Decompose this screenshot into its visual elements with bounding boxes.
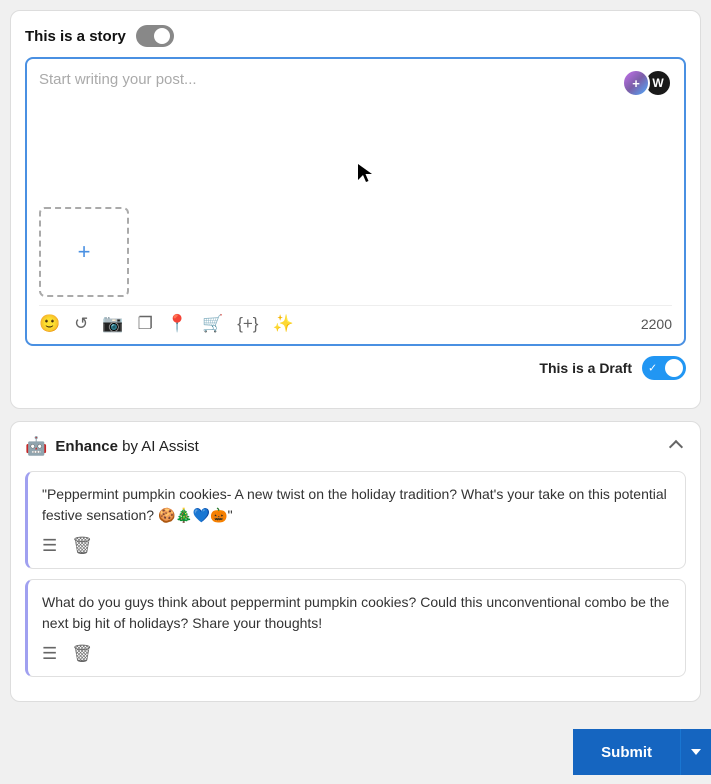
camera-icon[interactable]: 📷	[102, 314, 123, 334]
editor-placeholder: Start writing your post...	[39, 69, 622, 88]
delete-suggestion-icon-1[interactable]: 🗑	[71, 536, 93, 556]
avatar-group: + W	[622, 69, 672, 97]
enhance-icon: 🤖	[25, 436, 47, 457]
enhance-card: 🤖 Enhance by AI Assist "Peppermint pumpk…	[10, 421, 701, 702]
delete-suggestion-icon-2[interactable]: 🗑	[71, 644, 93, 664]
collapse-icon[interactable]	[666, 437, 686, 457]
submit-dropdown-button[interactable]	[680, 729, 711, 775]
avatar-purple-letter: +	[632, 76, 640, 91]
story-row: This is a story	[25, 25, 686, 47]
suggestion-text-2: What do you guys think about peppermint …	[42, 592, 671, 634]
enhance-title: Enhance by AI Assist	[55, 438, 198, 455]
cursor-icon	[356, 162, 376, 186]
copy-icon[interactable]: ❐	[138, 314, 153, 334]
cart-icon[interactable]: 🛒	[202, 314, 223, 334]
avatar-purple: +	[622, 69, 650, 97]
plus-icon: +	[78, 239, 91, 265]
suggestion-card-1: "Peppermint pumpkin cookies- A new twist…	[25, 471, 686, 569]
image-upload-box[interactable]: +	[39, 207, 129, 297]
suggestion-actions-2: ☰ 🗑	[42, 644, 671, 664]
suggestion-actions-1: ☰ 🗑	[42, 536, 671, 556]
avatar-black-letter: W	[652, 76, 663, 90]
location-icon[interactable]: 📍	[167, 314, 188, 334]
refresh-icon[interactable]: ↺	[74, 314, 88, 334]
enhance-header: 🤖 Enhance by AI Assist	[25, 436, 686, 457]
post-editor[interactable]: Start writing your post... + W + 🙂	[25, 57, 686, 346]
code-plus-icon[interactable]: {+}	[237, 314, 258, 334]
draft-toggle-check: ✓	[648, 362, 657, 375]
submit-btn-group: Submit	[573, 729, 711, 775]
suggestion-card-2: What do you guys think about peppermint …	[25, 579, 686, 677]
editor-toolbar: 🙂 ↺ 📷 ❐ 📍 🛒 {+} ✨ 2200	[39, 305, 672, 334]
story-toggle[interactable]	[136, 25, 174, 47]
use-suggestion-icon-1[interactable]: ☰	[42, 536, 57, 556]
toolbar-icons: 🙂 ↺ 📷 ❐ 📍 🛒 {+} ✨	[39, 314, 641, 334]
char-count: 2200	[641, 316, 672, 332]
dropdown-chevron-icon	[691, 749, 701, 755]
enhance-title-group: 🤖 Enhance by AI Assist	[25, 436, 199, 457]
draft-label: This is a Draft	[539, 360, 632, 376]
cursor-area	[39, 149, 672, 199]
draft-toggle[interactable]: ✓	[642, 356, 686, 380]
main-card: This is a story Start writing your post.…	[10, 10, 701, 409]
editor-top: Start writing your post... + W	[39, 69, 672, 149]
enhance-bold: Enhance	[55, 438, 118, 455]
draft-row: This is a Draft ✓	[25, 356, 686, 380]
submit-bar: Submit	[0, 729, 711, 775]
use-suggestion-icon-2[interactable]: ☰	[42, 644, 57, 664]
suggestion-text-1: "Peppermint pumpkin cookies- A new twist…	[42, 484, 671, 526]
story-label: This is a story	[25, 28, 126, 45]
emoji-icon[interactable]: 🙂	[39, 314, 60, 334]
submit-button[interactable]: Submit	[573, 729, 680, 775]
enhance-rest: by AI Assist	[118, 438, 199, 455]
star-icon[interactable]: ✨	[272, 314, 293, 334]
